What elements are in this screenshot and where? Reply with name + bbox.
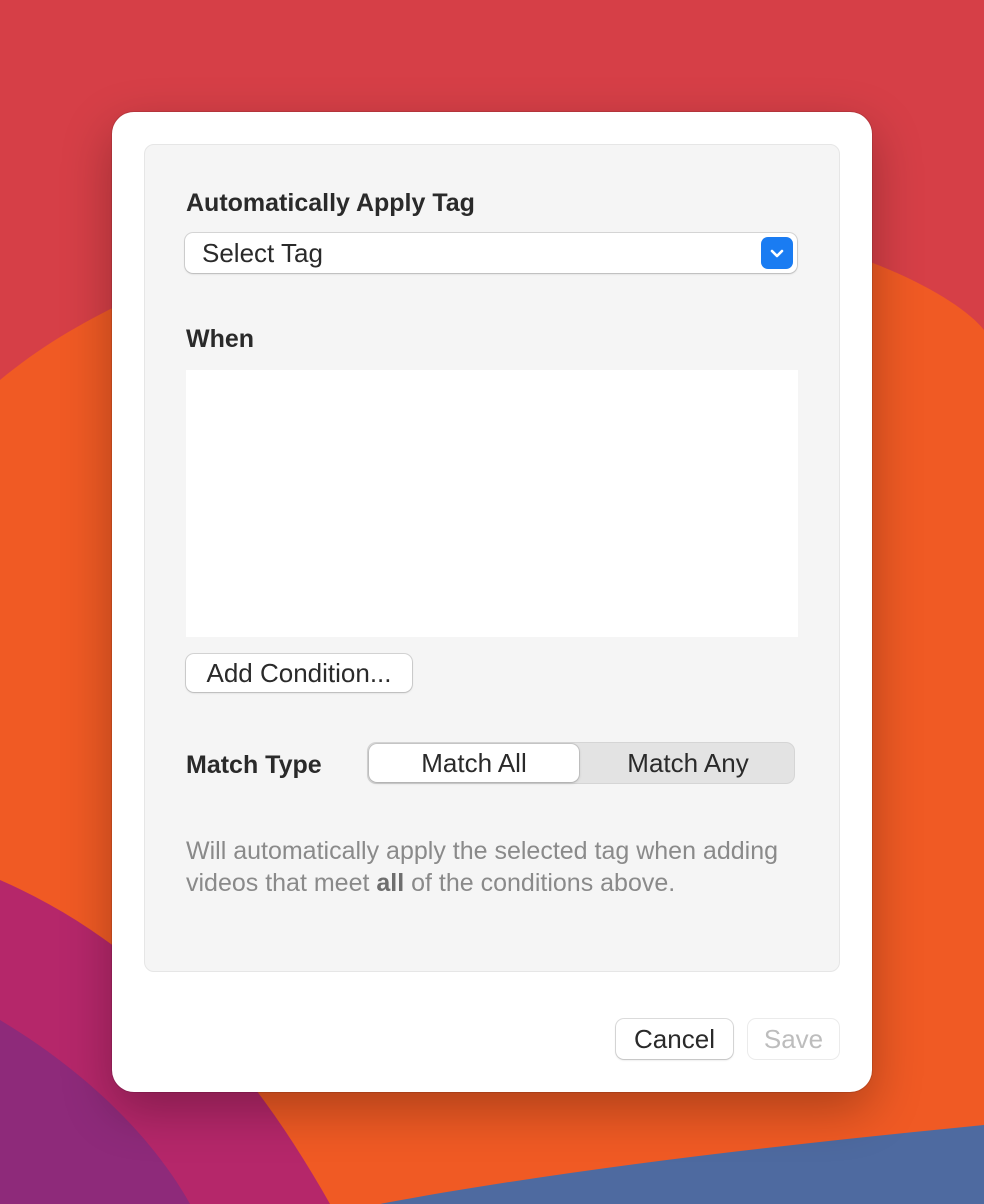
description-text-end: of the conditions above. bbox=[404, 869, 676, 897]
conditions-list[interactable] bbox=[186, 370, 798, 637]
add-condition-button[interactable]: Add Condition... bbox=[186, 654, 412, 692]
match-type-segmented-control[interactable]: Match Any Match All bbox=[367, 742, 795, 784]
tag-select-dropdown[interactable]: Select Tag bbox=[185, 233, 797, 273]
auto-tag-rule-dialog: Automatically Apply Tag Select Tag When … bbox=[112, 112, 872, 1092]
cancel-button[interactable]: Cancel bbox=[616, 1019, 733, 1059]
match-all-segment[interactable]: Match All bbox=[369, 744, 579, 782]
when-label: When bbox=[186, 325, 255, 353]
apply-tag-label: Automatically Apply Tag bbox=[186, 189, 475, 217]
rule-settings-panel: Automatically Apply Tag Select Tag When … bbox=[144, 144, 840, 972]
description-emphasis: all bbox=[376, 869, 405, 897]
rule-description: Will automatically apply the selected ta… bbox=[186, 835, 786, 899]
save-button[interactable]: Save bbox=[748, 1019, 839, 1059]
chevron-down-icon bbox=[761, 237, 793, 269]
tag-select-value: Select Tag bbox=[202, 238, 323, 268]
match-any-segment[interactable]: Match Any bbox=[581, 742, 795, 784]
match-type-label: Match Type bbox=[186, 751, 322, 779]
